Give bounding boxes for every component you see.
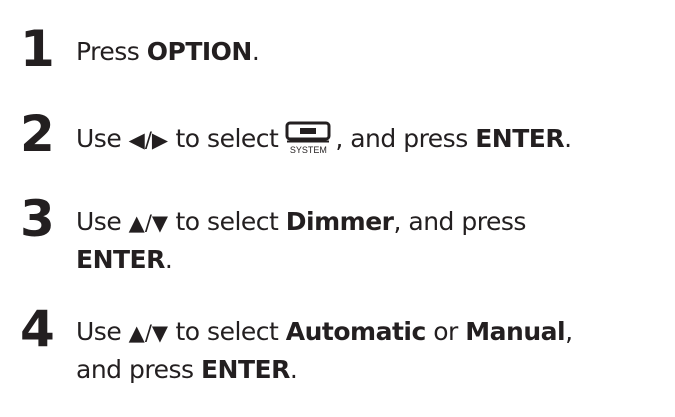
step-text-line-1: Use ▲/▼ to select Dimmer, and press (76, 202, 526, 243)
step-word: and press (76, 355, 194, 384)
step-text-line-2: ENTER. (76, 240, 173, 280)
system-icon-graphic (285, 121, 331, 143)
step-word: . (564, 124, 572, 153)
step-word: . (164, 245, 173, 274)
step-number: 4 (20, 300, 55, 358)
step-text: Use ◀/▶ to select SYSTEM , and press ENTER… (76, 117, 572, 160)
step-number: 2 (20, 105, 55, 163)
automatic-label: Automatic (285, 317, 427, 346)
system-icon: SYSTEM (282, 117, 334, 157)
step-word: . (251, 37, 260, 66)
left-right-arrows-icon: ◀/▶ (128, 128, 169, 152)
system-icon-label: SYSTEM (289, 145, 327, 155)
step-word: to select (175, 317, 279, 346)
step-text-line-2: and press ENTER. (76, 350, 298, 390)
option-label: OPTION (146, 37, 253, 66)
up-down-arrows-icon: ▲/▼ (128, 211, 169, 235)
step-word: to select (175, 124, 279, 153)
step-word: Use (76, 317, 122, 346)
enter-label: ENTER (200, 355, 290, 384)
step-word: Press (76, 37, 140, 66)
up-down-arrows-icon: ▲/▼ (128, 321, 169, 345)
step-word: Use (76, 124, 122, 153)
step-word: Use (76, 207, 122, 236)
step-word: , and press (335, 124, 468, 153)
step-number: 1 (20, 20, 55, 78)
step-word: or (433, 317, 458, 346)
step-number: 3 (20, 190, 55, 248)
manual-label: Manual (465, 317, 566, 346)
step-word: , and press (393, 207, 527, 236)
step-word: . (289, 355, 298, 384)
step-text: Press OPTION. (76, 32, 260, 72)
step-word: to select (175, 207, 279, 236)
enter-label: ENTER (475, 124, 565, 153)
enter-label: ENTER (76, 245, 165, 274)
step-text-line-1: Use ▲/▼ to select Automatic or Manual, (76, 312, 573, 353)
step-word: , (565, 317, 573, 346)
dimmer-label: Dimmer (285, 207, 394, 236)
